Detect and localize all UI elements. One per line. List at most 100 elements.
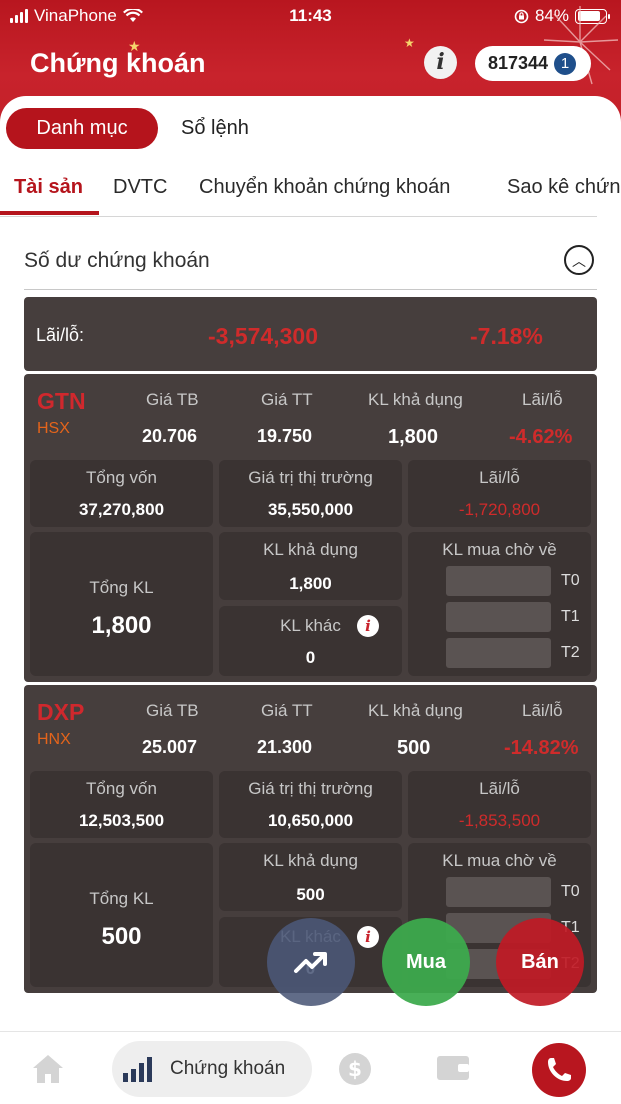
- market-price-label: Giá TT: [261, 701, 313, 720]
- total-capital-box: Tổng vốn 12,503,500: [30, 771, 213, 838]
- nav-stocks[interactable]: Chứng khoán: [112, 1041, 312, 1097]
- star-decoration-icon: ★: [404, 36, 415, 50]
- total-capital-box: Tổng vốn 37,270,800: [30, 460, 213, 527]
- bar-chart-icon: [123, 1057, 152, 1082]
- other-qty-box: KL khác i 0: [219, 606, 402, 676]
- pnl-amount-label: Lãi/lỗ: [479, 779, 520, 798]
- sell-button[interactable]: Bán: [496, 918, 584, 1006]
- market-value-value: 35,550,000: [267, 500, 354, 519]
- available-qty-box: KL khả dụng 500: [219, 843, 402, 911]
- pnl-label: Lãi/lỗ: [522, 701, 563, 720]
- account-badge: 1: [554, 52, 577, 75]
- trending-up-icon: [294, 952, 327, 973]
- market-price-label: Giá TT: [261, 390, 313, 409]
- total-capital-value: 37,270,800: [78, 500, 165, 519]
- total-pnl-amount: -3,574,300: [208, 323, 318, 349]
- status-bar: VinaPhone 11:43 84%: [0, 6, 621, 26]
- pending-qty-label: KL mua chờ về: [442, 851, 557, 870]
- other-qty-value: 0: [305, 648, 316, 667]
- total-pnl-label: Lãi/lỗ:: [36, 325, 85, 345]
- other-qty-info-icon[interactable]: i: [357, 926, 379, 948]
- t0-label: T0: [561, 572, 580, 589]
- pending-t1-value: [446, 602, 551, 632]
- pending-t2-value: [446, 638, 551, 668]
- tab-divider: [0, 216, 597, 217]
- exchange: HNX: [37, 731, 71, 748]
- available-qty-value: 500: [397, 737, 431, 759]
- svg-text:$: $: [348, 1057, 362, 1081]
- pnl-amount-label: Lãi/lỗ: [479, 468, 520, 487]
- orientation-lock-icon: [514, 9, 529, 23]
- total-capital-label: Tổng vốn: [86, 468, 157, 487]
- collapse-button[interactable]: ︿: [564, 245, 594, 275]
- home-icon[interactable]: [31, 1053, 65, 1085]
- app-root: VinaPhone 11:43 84% ★ ★ Chứng khoán i 81…: [0, 0, 621, 1104]
- total-pnl-percent: -7.18%: [470, 323, 543, 349]
- segment-control: Danh mục Sổ lệnh: [6, 108, 249, 149]
- available-qty-label: KL khả dụng: [368, 701, 463, 720]
- tab-dvtc[interactable]: DVTC: [113, 176, 167, 199]
- pnl-amount-box: Lãi/lỗ -1,720,800: [408, 460, 591, 527]
- chevron-up-icon: ︿: [572, 253, 586, 269]
- tab-stock-transfer[interactable]: Chuyển khoản chứng khoán: [199, 176, 450, 199]
- total-qty-label: Tổng KL: [89, 889, 154, 908]
- total-qty-box: Tổng KL 500: [30, 843, 213, 987]
- bottom-nav: Chứng khoán $: [0, 1031, 621, 1104]
- total-qty-box: Tổng KL 1,800: [30, 532, 213, 676]
- total-capital-label: Tổng vốn: [86, 779, 157, 798]
- section-title: Số dư chứng khoán: [24, 249, 210, 272]
- holding-card[interactable]: GTN HSX Giá TB Giá TT KL khả dụng Lãi/lỗ…: [24, 374, 597, 682]
- available-qty-box-value: 500: [296, 885, 325, 904]
- segment-portfolio[interactable]: Danh mục: [6, 108, 158, 149]
- info-button[interactable]: i: [424, 46, 457, 79]
- t1-label: T1: [561, 608, 580, 625]
- market-value-value: 10,650,000: [267, 811, 354, 830]
- account-selector[interactable]: 817344 1: [475, 46, 591, 81]
- other-qty-info-icon[interactable]: i: [357, 615, 379, 637]
- call-button[interactable]: [532, 1043, 586, 1097]
- content-panel: Danh mục Sổ lệnh Tài sản DVTC Chuyển kho…: [0, 96, 621, 1031]
- info-icon: i: [436, 49, 445, 75]
- pnl-percent-value: -14.82%: [504, 737, 579, 759]
- account-number: 817344: [488, 53, 549, 73]
- pending-t0-value: [446, 566, 551, 596]
- tab-stock-statement[interactable]: Sao kê chứng khoán: [507, 176, 621, 199]
- stock-code: GTN: [37, 388, 86, 414]
- dollar-icon[interactable]: $: [338, 1052, 372, 1086]
- tab-assets[interactable]: Tài sản: [14, 176, 83, 199]
- available-qty-value: 1,800: [388, 426, 439, 448]
- phone-icon: [548, 1058, 571, 1081]
- buy-button[interactable]: Mua: [382, 918, 470, 1006]
- page-title: Chứng khoán: [30, 48, 206, 78]
- stock-code: DXP: [37, 699, 85, 725]
- trend-button[interactable]: [267, 918, 355, 1006]
- available-qty-box: KL khả dụng 1,800: [219, 532, 402, 600]
- exchange: HSX: [37, 420, 70, 437]
- avg-price-label: Giá TB: [146, 390, 199, 409]
- pnl-label: Lãi/lỗ: [522, 390, 563, 409]
- avg-price-value: 20.706: [142, 426, 198, 446]
- wallet-icon[interactable]: [436, 1054, 470, 1082]
- tab-bar: Tài sản DVTC Chuyển khoản chứng khoán Sa…: [0, 172, 621, 216]
- market-value-label: Giá trị thị trường: [248, 468, 373, 487]
- segment-orders[interactable]: Sổ lệnh: [181, 117, 249, 140]
- available-qty-label: KL khả dụng: [368, 390, 463, 409]
- total-pnl-bar: Lãi/lỗ: -3,574,300 -7.18%: [24, 297, 597, 371]
- market-value-box: Giá trị thị trường 35,550,000: [219, 460, 402, 527]
- pending-qty-label: KL mua chờ về: [442, 540, 557, 559]
- t0-label: T0: [561, 883, 580, 900]
- pnl-amount-value: -1,720,800: [458, 500, 541, 519]
- available-qty-box-label: KL khả dụng: [263, 851, 358, 870]
- total-qty-label: Tổng KL: [89, 578, 154, 597]
- pnl-amount-value: -1,853,500: [458, 811, 541, 830]
- total-capital-value: 12,503,500: [78, 811, 165, 830]
- available-qty-box-label: KL khả dụng: [263, 540, 358, 559]
- pending-t0-value: [446, 877, 551, 907]
- market-price-value: 19.750: [257, 426, 313, 446]
- t2-label: T2: [561, 644, 580, 661]
- total-qty-value: 1,800: [91, 612, 152, 639]
- total-qty-value: 500: [101, 923, 142, 950]
- tab-active-indicator: [0, 211, 99, 215]
- avg-price-value: 25.007: [142, 737, 198, 757]
- market-value-box: Giá trị thị trường 10,650,000: [219, 771, 402, 838]
